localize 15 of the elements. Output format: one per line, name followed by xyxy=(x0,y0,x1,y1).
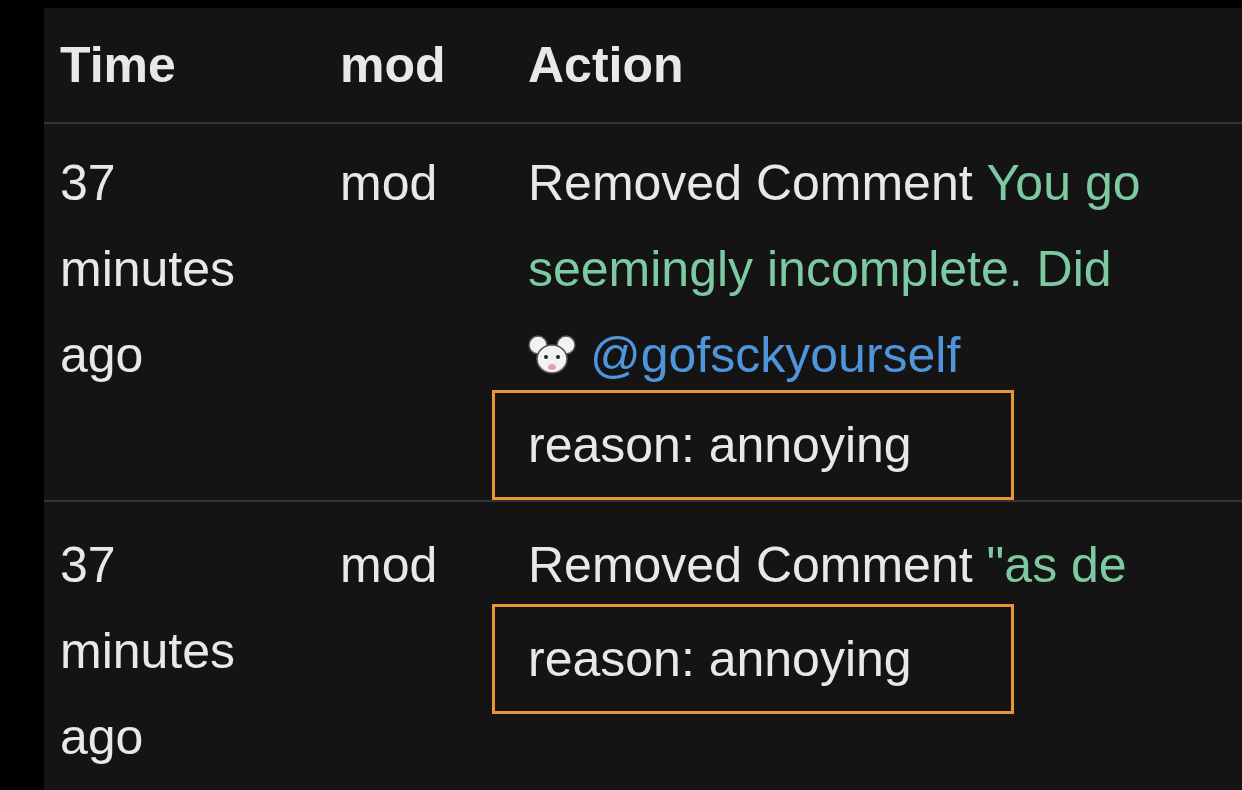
reason-text: reason: annoying xyxy=(492,390,1014,500)
action-label: Removed Comment xyxy=(528,536,973,595)
column-header: Time xyxy=(60,37,176,93)
comment-text: seemingly incomplete. Did xyxy=(528,241,1112,297)
moderator-name: mod xyxy=(340,155,438,211)
moderator-name: mod xyxy=(340,537,438,593)
column-header: Action xyxy=(528,37,684,93)
time-text: 37 minutes ago xyxy=(60,154,237,385)
reason-text: reason: annoying xyxy=(492,604,1014,714)
time-text: 37 minutes ago xyxy=(60,536,237,767)
action-label: Removed Comment xyxy=(528,154,973,213)
column-header: mod xyxy=(340,37,446,93)
comment-text: You go xyxy=(986,154,1141,213)
mouse-icon xyxy=(528,333,576,377)
comment-text: "as de xyxy=(986,536,1127,595)
